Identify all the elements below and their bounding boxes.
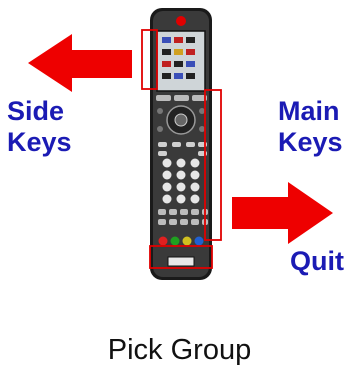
side-keys-label-line2: Keys (7, 127, 72, 157)
remote-control (150, 8, 212, 280)
main-keys-label-line2: Keys (278, 127, 343, 157)
remote-illustration (28, 8, 333, 280)
side-keys-label-line1: Side (7, 96, 65, 126)
pick-group-title: Pick Group (107, 334, 252, 366)
main-keys-label[interactable]: Main Keys (278, 96, 343, 158)
quit-label[interactable]: Quit (290, 246, 344, 277)
side-keys-arrow-icon[interactable] (28, 34, 132, 92)
quit-arrow-icon[interactable] (232, 182, 333, 244)
side-keys-label[interactable]: Side Keys (7, 96, 72, 158)
main-keys-label-line1: Main (278, 96, 340, 126)
